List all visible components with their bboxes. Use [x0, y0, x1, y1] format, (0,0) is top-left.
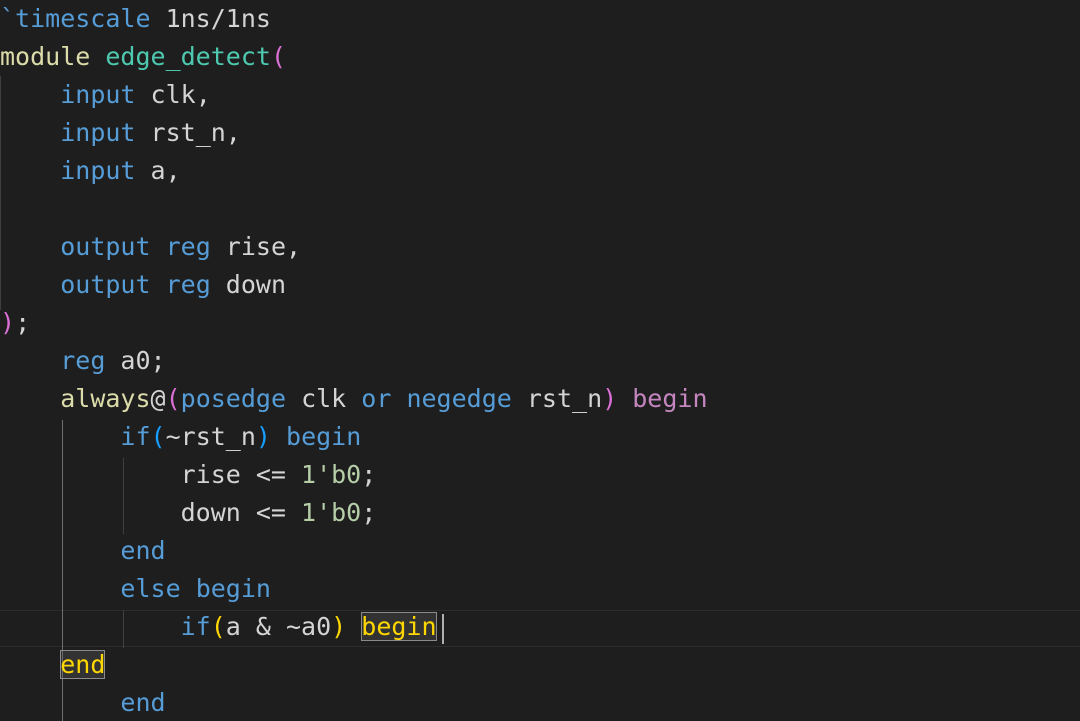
code-token: ;: [361, 498, 377, 527]
code-editor[interactable]: `timescale 1ns/1ns module edge_detect( in…: [0, 0, 1080, 721]
code-token: begin: [195, 574, 271, 603]
code-token: ): [255, 422, 271, 451]
code-line[interactable]: rise <= 1'b0;: [0, 456, 377, 494]
code-token: input: [60, 80, 136, 109]
code-token: ;: [361, 460, 377, 489]
code-line[interactable]: down <= 1'b0;: [0, 494, 377, 532]
code-token: if: [180, 612, 211, 641]
code-token: output: [60, 270, 151, 299]
code-token: always: [60, 384, 151, 413]
matched-keyword: begin: [361, 612, 437, 641]
code-token: 1'b0: [301, 498, 362, 527]
code-token: ~rst_n: [165, 422, 256, 451]
code-token: 1ns/1ns: [150, 4, 271, 33]
code-line[interactable]: else begin: [0, 570, 271, 608]
code-token: ): [331, 612, 347, 641]
code-line[interactable]: output reg down: [0, 266, 286, 304]
code-token: ;: [15, 308, 31, 337]
code-token: edge_detect: [105, 42, 271, 71]
code-token: reg: [60, 346, 106, 375]
code-token: begin: [632, 384, 708, 413]
code-token: rise <=: [0, 460, 302, 489]
code-token: ): [0, 308, 16, 337]
code-token: (: [150, 422, 166, 451]
code-token: a & ~a0: [225, 612, 332, 641]
code-token: rst_n: [511, 384, 603, 413]
code-line[interactable]: end: [0, 532, 166, 570]
code-token: begin: [286, 422, 362, 451]
code-token: (: [270, 42, 287, 71]
code-token: rst_n,: [135, 118, 241, 147]
code-line[interactable]: input clk,: [0, 76, 211, 114]
code-token: rise,: [210, 232, 302, 261]
code-token: `timescale: [0, 4, 151, 33]
code-token: posedge: [180, 384, 287, 413]
code-token: negedge: [406, 384, 512, 413]
code-token: end: [120, 688, 166, 717]
code-token: or: [361, 384, 392, 413]
code-token: down <=: [0, 498, 302, 527]
code-token: clk: [286, 384, 362, 413]
code-token: a,: [135, 156, 181, 185]
code-line[interactable]: if(~rst_n) begin: [0, 418, 361, 456]
code-token: reg: [165, 232, 211, 261]
text-cursor: [442, 614, 444, 644]
code-token: 1'b0: [301, 460, 362, 489]
code-line[interactable]: input a,: [0, 152, 181, 190]
code-line[interactable]: if(a & ~a0) begin: [0, 608, 437, 646]
matched-keyword: end: [60, 650, 106, 679]
code-token: else: [120, 574, 181, 603]
code-token: if: [120, 422, 151, 451]
code-token: (: [165, 384, 181, 413]
code-line[interactable]: output reg rise,: [0, 228, 301, 266]
code-token: (: [210, 612, 226, 641]
code-token: down: [210, 270, 287, 299]
code-line[interactable]: always@(posedge clk or negedge rst_n) be…: [0, 380, 708, 418]
code-line[interactable]: end: [0, 684, 166, 721]
code-token: output: [60, 232, 151, 261]
code-line[interactable]: input rst_n,: [0, 114, 241, 152]
code-token: input: [60, 118, 136, 147]
code-token: input: [60, 156, 136, 185]
code-token: module: [0, 42, 91, 71]
code-token: reg: [165, 270, 211, 299]
code-token: ): [602, 384, 618, 413]
code-line[interactable]: module edge_detect(: [0, 38, 286, 76]
code-token: clk,: [135, 80, 211, 109]
code-token: a0;: [105, 346, 166, 375]
code-line[interactable]: end: [0, 646, 106, 684]
code-line[interactable]: reg a0;: [0, 342, 166, 380]
code-line[interactable]: `timescale 1ns/1ns: [0, 0, 271, 38]
code-token: end: [120, 536, 166, 565]
code-line[interactable]: );: [0, 304, 30, 342]
code-token: @: [150, 384, 166, 413]
